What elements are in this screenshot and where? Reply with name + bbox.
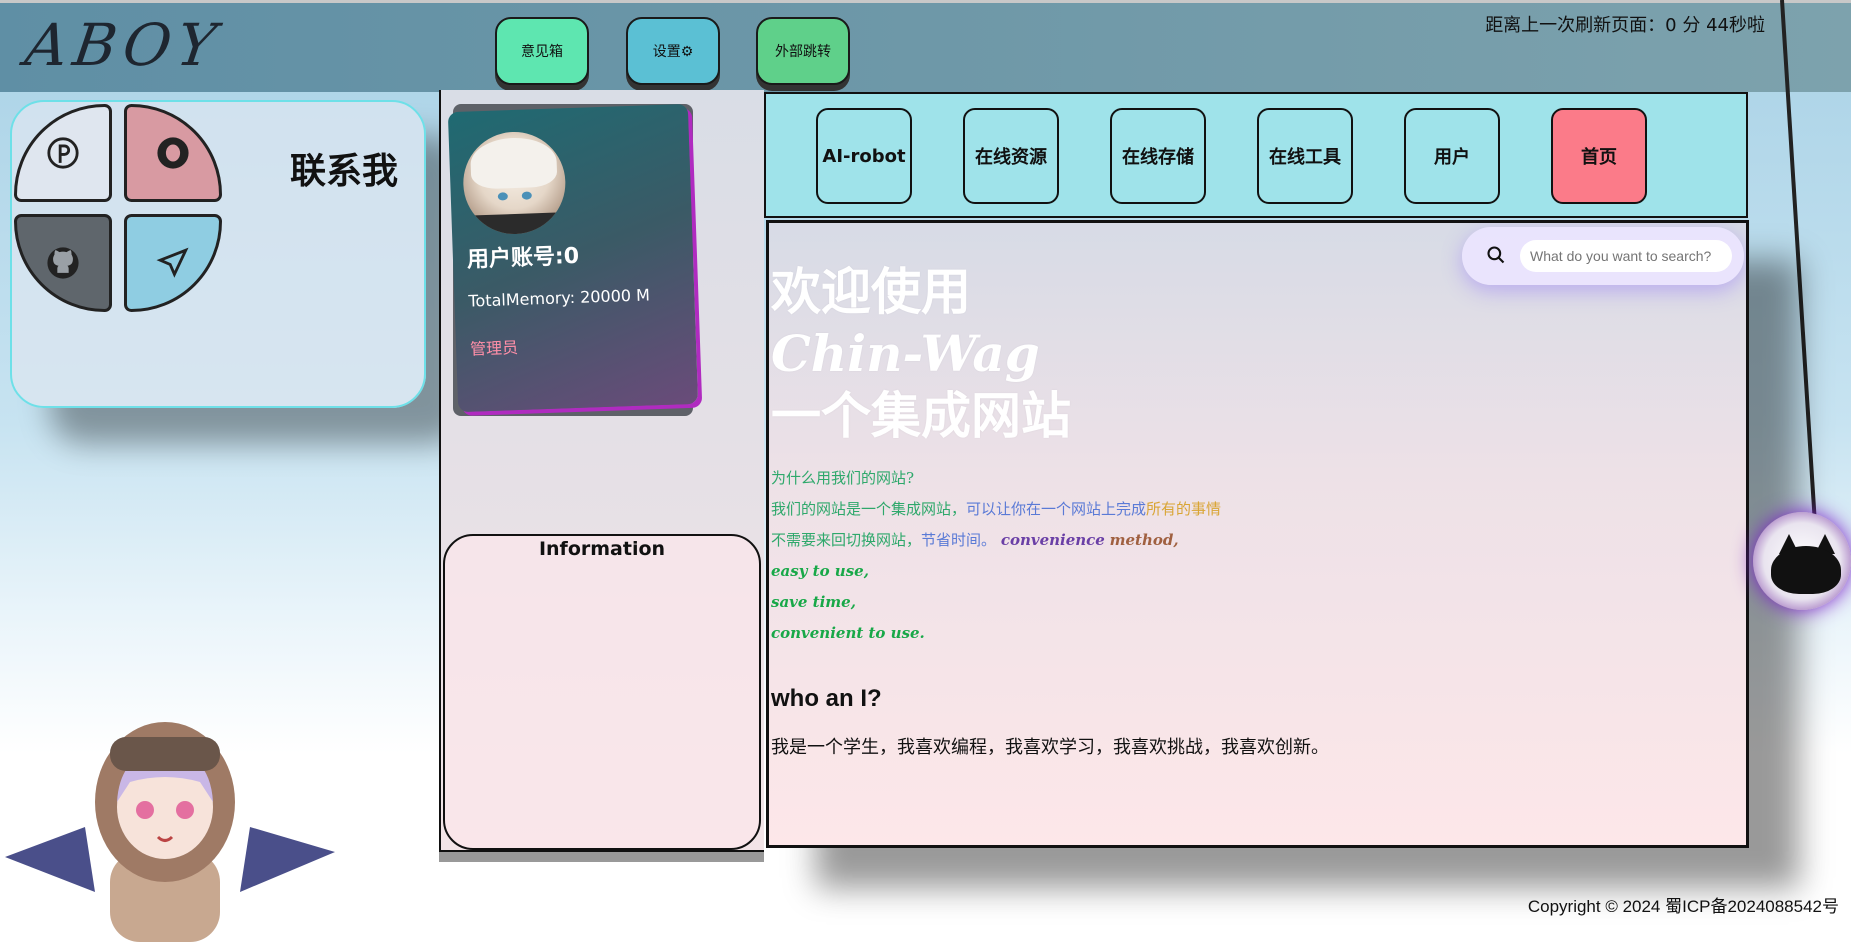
about-description: 我是一个学生，我喜欢编程，我喜欢学习，我喜欢挑战，我喜欢创新。 (771, 737, 1329, 758)
search-bar (1462, 227, 1744, 285)
main-content: 欢迎使用 Chin-Wag 一个集成网站 为什么用我们的网站? 我们的网站是一个… (766, 220, 1749, 848)
contact-card: 联系我 (10, 100, 426, 408)
brand-name: Chin-Wag (771, 324, 1040, 383)
github-icon (47, 247, 79, 279)
nav-ai-robot[interactable]: AI-robot (816, 108, 912, 204)
settings-button[interactable]: 设置⚙ (626, 17, 720, 85)
intro-line-5: save time, (771, 593, 856, 611)
mascot-image (5, 722, 335, 942)
welcome-heading: 欢迎使用 Chin-Wag 一个集成网站 (771, 261, 1071, 447)
intro-line-2: 我们的网站是一个集成网站，可以让你在一个网站上完成所有的事情 (771, 500, 1222, 518)
intro-line-3: 不需要来回切换网站，节省时间。 convenience method, (771, 531, 1179, 549)
nav-online-tools[interactable]: 在线工具 (1257, 108, 1353, 204)
qq-icon (157, 137, 189, 169)
site-logo[interactable]: ABOY (21, 11, 226, 79)
welcome-line-3: 一个集成网站 (771, 386, 1071, 445)
pinterest-link[interactable] (14, 104, 112, 202)
send-link[interactable] (124, 214, 222, 312)
nav-bar: AI-robot 在线资源 在线存储 在线工具 用户 首页 (764, 92, 1748, 218)
external-link-button[interactable]: 外部跳转 (756, 17, 850, 85)
copyright-footer: Copyright © 2024 蜀ICP备2024088542号 (1527, 897, 1839, 916)
refresh-timer: 距离上一次刷新页面：0 分 44秒啦 (1485, 15, 1765, 36)
profile-card: 用户账号:0 TotalMemory: 20000 M 管理员 (447, 103, 699, 413)
feedback-button[interactable]: 意见箱 (495, 17, 589, 85)
total-memory: TotalMemory: 20000 M (468, 285, 651, 311)
user-role: 管理员 (469, 337, 519, 359)
avatar[interactable] (461, 130, 568, 236)
intro-text: 为什么用我们的网站? 我们的网站是一个集成网站，可以让你在一个网站上完成所有的事… (771, 463, 1221, 649)
search-input[interactable] (1520, 240, 1732, 272)
information-panel: Information (443, 534, 761, 850)
nav-home[interactable]: 首页 (1551, 108, 1647, 204)
contact-title: 联系我 (290, 151, 399, 192)
search-icon[interactable] (1486, 245, 1506, 265)
nav-online-storage[interactable]: 在线存储 (1110, 108, 1206, 204)
pinterest-icon (47, 137, 79, 169)
nav-user[interactable]: 用户 (1404, 108, 1500, 204)
intro-line-4: easy to use, (771, 562, 869, 580)
account-id: 用户账号:0 (466, 243, 580, 273)
left-panel: 用户账号:0 TotalMemory: 20000 M 管理员 Informat… (439, 90, 764, 852)
top-header: ABOY 意见箱 设置⚙ 外部跳转 距离上一次刷新页面：0 分 44秒啦 (0, 0, 1851, 92)
about-heading: who an I? (771, 685, 882, 712)
cat-widget[interactable] (1753, 512, 1851, 610)
nav-online-resources[interactable]: 在线资源 (963, 108, 1059, 204)
welcome-line-1: 欢迎使用 (771, 262, 971, 321)
github-link[interactable] (14, 214, 112, 312)
qq-link[interactable] (124, 104, 222, 202)
information-title: Information (538, 538, 666, 560)
intro-line-6: convenient to use. (771, 624, 925, 642)
send-icon (156, 247, 189, 278)
intro-question: 为什么用我们的网站? (771, 469, 915, 487)
